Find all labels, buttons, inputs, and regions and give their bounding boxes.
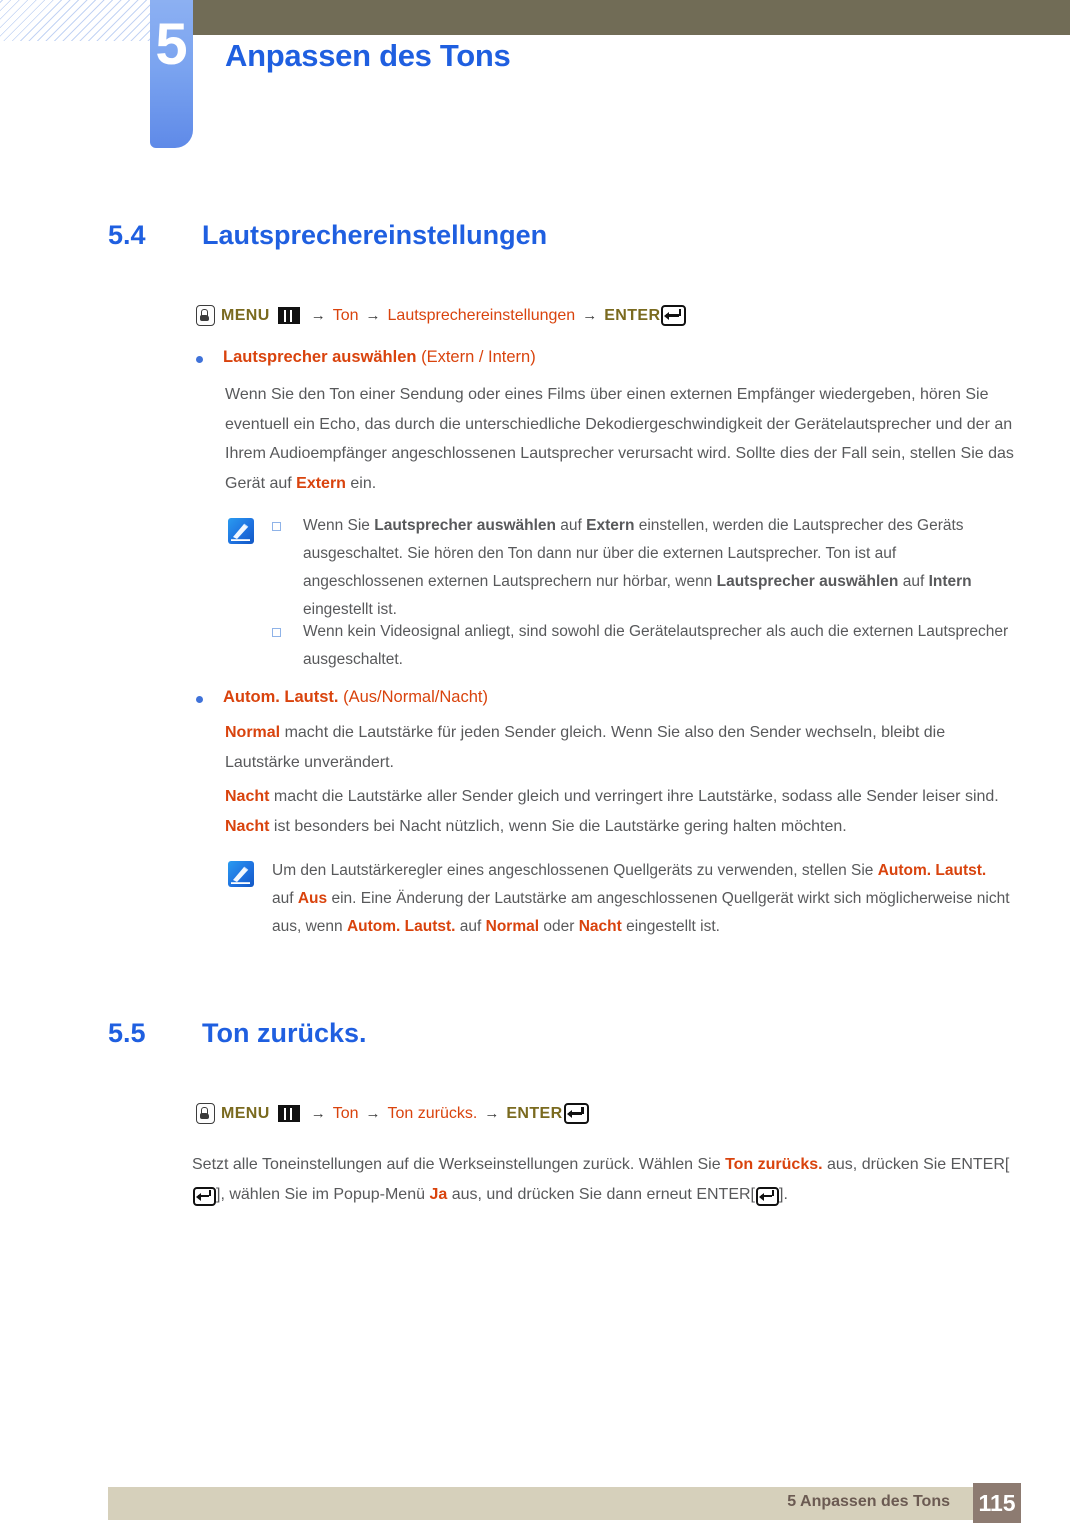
t: aus, und drücken Sie dann erneut bbox=[447, 1185, 697, 1203]
menu-path-5-4: MENU → Ton → Lautsprechereinstellungen →… bbox=[196, 305, 687, 326]
highlight-normal: Normal bbox=[485, 918, 540, 935]
menu-path-5-5: MENU → Ton → Ton zurücks. → ENTER bbox=[196, 1103, 589, 1124]
t: Um den Lautstärkeregler eines angeschlos… bbox=[272, 862, 878, 879]
t: eingestellt ist. bbox=[303, 601, 397, 618]
bullet-bold-text: Autom. Lautst. bbox=[223, 688, 339, 706]
bullet-bold-text: Lautsprecher auswählen bbox=[223, 348, 417, 366]
highlight-auto-volume: Autom. Lautst. bbox=[877, 862, 987, 879]
hand-press-icon bbox=[196, 305, 215, 326]
menu-step-ton: Ton bbox=[332, 306, 359, 324]
t: aus, drücken Sie bbox=[822, 1156, 951, 1173]
square-bullet-icon bbox=[272, 522, 281, 531]
paragraph-reset: Setzt alle Toneinstellungen auf die Werk… bbox=[192, 1150, 1014, 1209]
bullet-dot-icon bbox=[196, 356, 203, 363]
menu-step-ton-reset: Ton zurücks. bbox=[387, 1104, 478, 1122]
note-pencil-icon bbox=[228, 861, 254, 887]
bullet-label: Lautsprecher auswählen (Extern / Intern) bbox=[223, 348, 536, 367]
t: ]. bbox=[779, 1185, 788, 1203]
enter-label: ENTER bbox=[696, 1185, 751, 1203]
bullet-dot-icon bbox=[196, 696, 203, 703]
t: auf bbox=[272, 890, 298, 907]
highlight-nacht-2: Nacht bbox=[225, 817, 270, 835]
bullet-options-text: (Extern / Intern) bbox=[421, 348, 536, 366]
path-arrow: → bbox=[310, 1105, 326, 1122]
section-title: Lautsprechereinstellungen bbox=[202, 220, 548, 250]
highlight-extern: Extern bbox=[296, 474, 346, 492]
paragraph-nacht: Nacht macht die Lautstärke aller Sender … bbox=[225, 782, 1020, 841]
note-item-1-text: Wenn Sie Lautsprecher auswählen auf Exte… bbox=[303, 512, 1012, 624]
highlight-nacht: Nacht bbox=[225, 788, 270, 805]
enter-label: ENTER bbox=[604, 306, 661, 324]
menu-step-speaker-settings: Lautsprechereinstellungen bbox=[387, 306, 576, 324]
footer-chapter-label: 5 Anpassen des Tons bbox=[787, 1493, 950, 1510]
menu-bars-icon bbox=[277, 307, 300, 324]
enter-key-icon bbox=[563, 1103, 589, 1124]
note-item-1: Wenn Sie Lautsprecher auswählen auf Exte… bbox=[272, 512, 1012, 624]
highlight-intern: Intern bbox=[928, 573, 972, 590]
paragraph-normal: Normal macht die Lautstärke für jeden Se… bbox=[225, 718, 1020, 777]
highlight-auto-volume-2: Autom. Lautst. bbox=[346, 918, 456, 935]
note-item-2-text: Wenn kein Videosignal anliegt, sind sowo… bbox=[303, 623, 1009, 668]
t: oder bbox=[539, 918, 579, 935]
t: [ bbox=[1004, 1156, 1010, 1173]
section-number: 5.4 bbox=[108, 220, 146, 250]
highlight-nacht: Nacht bbox=[578, 918, 622, 935]
footer-page-number: 115 bbox=[973, 1483, 1021, 1523]
enter-key-icon bbox=[193, 1186, 216, 1206]
body-line-4b: ein. bbox=[345, 474, 377, 492]
menu-bars-icon bbox=[277, 1105, 300, 1122]
menu-step-ton: Ton bbox=[332, 1104, 359, 1122]
note-pencil-icon bbox=[228, 518, 254, 544]
t: ist besonders bei Nacht nützlich, wenn S… bbox=[269, 817, 847, 835]
highlight-ton-reset: Ton zurücks. bbox=[725, 1156, 823, 1173]
chapter-number-tab: 5 bbox=[150, 0, 193, 148]
paragraph-speaker-body: Wenn Sie den Ton einer Sendung oder eine… bbox=[225, 380, 1015, 498]
t: auf bbox=[455, 918, 486, 935]
bullet-options-text: (Aus/Normal/Nacht) bbox=[343, 688, 488, 706]
section-heading-5-5: 5.5 Ton zurücks. bbox=[108, 1018, 367, 1049]
corner-hatch-decoration bbox=[0, 0, 160, 41]
path-arrow: → bbox=[365, 1105, 381, 1122]
highlight-ja: Ja bbox=[429, 1185, 448, 1203]
menu-label: MENU bbox=[221, 1104, 270, 1122]
enter-key-icon bbox=[756, 1186, 779, 1206]
t: eingestellt ist. bbox=[621, 918, 720, 935]
t: auf bbox=[898, 573, 929, 590]
hand-press-icon bbox=[196, 1103, 215, 1124]
note-item-2: Wenn kein Videosignal anliegt, sind sowo… bbox=[272, 618, 1012, 674]
section-number: 5.5 bbox=[108, 1018, 146, 1048]
path-arrow: → bbox=[310, 307, 326, 324]
bullet-auto-volume: Autom. Lautst. (Aus/Normal/Nacht) bbox=[196, 688, 488, 707]
bullet-speaker-select: Lautsprecher auswählen (Extern / Intern) bbox=[196, 348, 536, 367]
highlight-aus: Aus bbox=[297, 890, 328, 907]
square-bullet-icon bbox=[272, 628, 281, 637]
chapter-title: Anpassen des Tons bbox=[225, 38, 511, 73]
t: ], wählen Sie im Popup-Menü bbox=[216, 1185, 430, 1203]
enter-label: ENTER bbox=[950, 1156, 1005, 1173]
note-block-2-text: Um den Lautstärkeregler eines angeschlos… bbox=[272, 857, 1012, 941]
bullet-label: Autom. Lautst. (Aus/Normal/Nacht) bbox=[223, 688, 488, 707]
enter-label: ENTER bbox=[506, 1104, 563, 1122]
t: macht die Lautstärke für jeden Sender gl… bbox=[225, 724, 946, 771]
section-heading-5-4: 5.4 Lautsprechereinstellungen bbox=[108, 220, 547, 251]
highlight-normal: Normal bbox=[225, 724, 281, 741]
t: Wenn Sie bbox=[303, 517, 375, 534]
enter-key-icon bbox=[661, 305, 687, 326]
t: [ bbox=[750, 1185, 755, 1203]
path-arrow: → bbox=[582, 307, 598, 324]
highlight-extern: Extern bbox=[586, 517, 635, 534]
t: macht die Lautstärke aller Sender gleich… bbox=[269, 788, 999, 805]
highlight-speaker-select: Lautsprecher auswählen bbox=[374, 517, 556, 534]
path-arrow: → bbox=[365, 307, 381, 324]
menu-label: MENU bbox=[221, 306, 270, 324]
header-olive-bar bbox=[193, 0, 1070, 35]
t: Setzt alle Toneinstellungen auf die Werk… bbox=[192, 1156, 726, 1173]
t: auf bbox=[556, 517, 587, 534]
section-title: Ton zurücks. bbox=[202, 1018, 367, 1048]
body-line-1: Wenn Sie den Ton einer Sendung oder eine… bbox=[225, 386, 916, 403]
path-arrow: → bbox=[484, 1105, 500, 1122]
highlight-speaker-select-2: Lautsprecher auswählen bbox=[716, 573, 899, 590]
